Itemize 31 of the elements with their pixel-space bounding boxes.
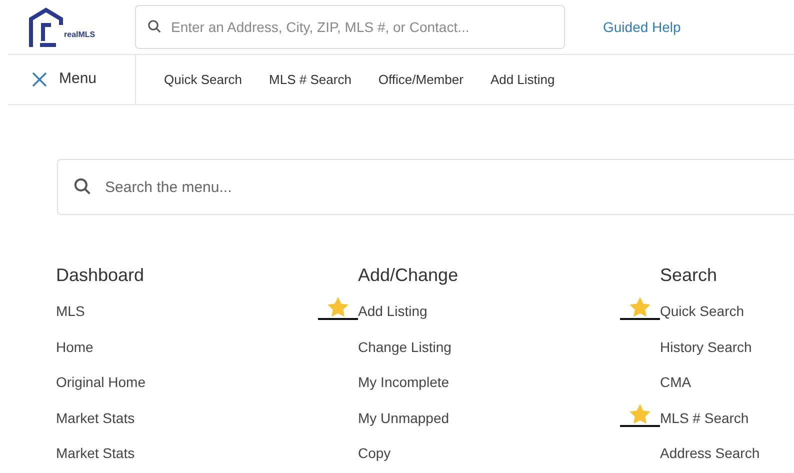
guided-help-link[interactable]: Guided Help bbox=[603, 16, 681, 38]
menu-item[interactable]: Add Listing bbox=[358, 303, 428, 319]
menu-item[interactable]: Address Search bbox=[660, 445, 760, 461]
menu-item[interactable]: Market Stats bbox=[56, 410, 135, 426]
nav-link[interactable]: MLS # Search bbox=[269, 70, 352, 90]
menu-item[interactable]: Copy bbox=[358, 445, 391, 461]
menu-search-field[interactable]: Search the menu... bbox=[57, 159, 794, 215]
nav-link[interactable]: Quick Search bbox=[164, 70, 242, 90]
menu-item[interactable]: Home bbox=[56, 338, 94, 354]
menu-item[interactable]: CMA bbox=[660, 374, 692, 390]
menu-item[interactable]: Market Stats bbox=[56, 445, 135, 461]
menu-item[interactable]: Original Home bbox=[56, 374, 146, 390]
menu-item[interactable]: Quick Search bbox=[660, 303, 744, 319]
menu-item[interactable]: History Search bbox=[660, 338, 752, 354]
menu-item[interactable]: MLS bbox=[56, 303, 85, 319]
column-heading: Search bbox=[660, 264, 718, 287]
nav-link[interactable]: Office/Member bbox=[378, 70, 464, 90]
logo-text: realMLS bbox=[64, 29, 96, 41]
search-icon bbox=[73, 177, 92, 196]
address-search-field[interactable]: Enter an Address, City, ZIP, MLS #, or Contact... bbox=[135, 5, 565, 49]
nav-link[interactable]: Add Listing bbox=[490, 70, 555, 90]
house-logo-icon bbox=[28, 7, 64, 47]
menu-item[interactable]: My Incomplete bbox=[358, 374, 450, 390]
search-icon bbox=[147, 19, 162, 34]
menu-item[interactable]: Change Listing bbox=[358, 338, 452, 354]
close-icon bbox=[32, 72, 47, 87]
column-heading: Add/Change bbox=[358, 264, 460, 287]
menu-item[interactable]: MLS # Search bbox=[660, 410, 749, 426]
menu-item[interactable]: My Unmapped bbox=[358, 410, 450, 426]
menu-button[interactable]: Menu bbox=[8, 55, 136, 104]
column-heading: Dashboard bbox=[56, 264, 146, 287]
